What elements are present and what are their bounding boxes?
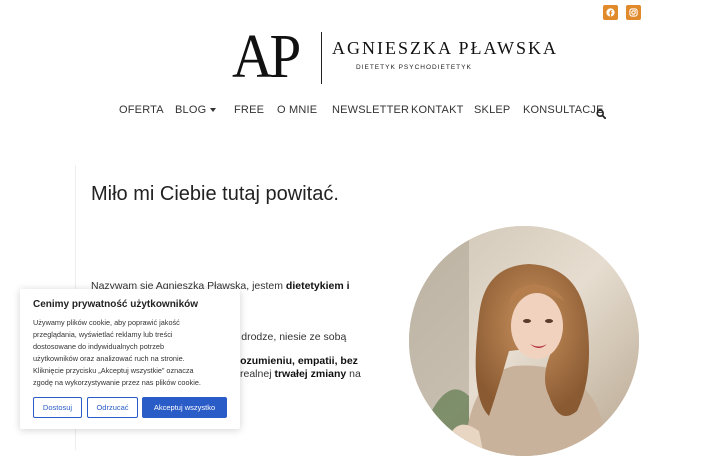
nav-item-free[interactable]: FREE xyxy=(234,104,264,116)
cookie-body-line: Używamy plików cookie, aby poprawić jako… xyxy=(33,318,180,327)
logo-divider xyxy=(321,32,322,84)
intro-line-4: realnej trwałej zmiany na xyxy=(240,367,361,381)
accept-all-button[interactable]: Akceptuj wszystko xyxy=(142,397,227,418)
cookie-body-line: zgodę na wykorzystywanie przez nas plikó… xyxy=(33,378,201,387)
logo-subtitle: DIETETYK PSYCHODIETETYK xyxy=(356,64,472,71)
intro-line-4-post: na xyxy=(346,368,361,380)
cookie-consent-dialog: Cenimy prywatność użytkowników Używamy p… xyxy=(20,289,240,429)
intro-line-4-text: realnej xyxy=(240,368,275,380)
nav-item-sklep[interactable]: SKLEP xyxy=(474,104,510,116)
intro-line-4-bold: trwałej zmiany xyxy=(274,368,347,380)
intro-line-2-text: j drodze, niesie ze sobą xyxy=(236,331,347,343)
nav-item-newsletter[interactable]: NEWSLETTER xyxy=(332,104,409,116)
main-nav: OFERTA BLOG FREE O MNIE NEWSLETTER KONTA… xyxy=(0,104,720,120)
cookie-body-line: dostosowane do indywidualnych potrzeb xyxy=(33,342,165,351)
intro-line-3: rozumieniu, empatii, bez xyxy=(236,354,358,368)
nav-item-blog[interactable]: BLOG xyxy=(175,104,217,116)
search-icon[interactable] xyxy=(596,106,607,124)
nav-item-o-mnie[interactable]: O MNIE xyxy=(277,104,317,116)
customize-button[interactable]: Dostosuj xyxy=(33,397,82,418)
profile-photo xyxy=(409,226,639,456)
instagram-icon[interactable] xyxy=(626,5,641,20)
nav-item-oferta[interactable]: OFERTA xyxy=(119,104,164,116)
page-title: Miło mi Ciebie tutaj powitać. xyxy=(91,183,339,205)
logo-name: AGNIESZKA PŁAWSKA xyxy=(332,38,559,58)
cookie-body-line: przeglądania, wyświetlać reklamy lub tre… xyxy=(33,330,173,339)
facebook-icon[interactable] xyxy=(603,5,618,20)
cookie-title: Cenimy prywatność użytkowników xyxy=(33,299,199,310)
social-links xyxy=(603,5,641,20)
nav-item-konsultacje[interactable]: KONSULTACJE xyxy=(523,104,604,116)
intro-line-1-bold: dietetykiem i xyxy=(285,280,350,292)
cookie-body: Używamy plików cookie, aby poprawić jako… xyxy=(33,317,233,389)
intro-line-3-bold: rozumieniu, empatii, bez xyxy=(236,355,358,367)
logo-monogram: AP xyxy=(232,23,301,91)
reject-button[interactable]: Odrzucać xyxy=(87,397,138,418)
nav-item-blog-label: BLOG xyxy=(175,104,207,116)
cookie-body-line: Kliknięcie przycisku „Akceptuj wszystkie… xyxy=(33,366,194,375)
nav-item-kontakt[interactable]: KONTAKT xyxy=(411,104,464,116)
site-logo[interactable]: AP AGNIESZKA PŁAWSKA DIETETYK PSYCHODIET… xyxy=(232,23,556,91)
cookie-body-line: użytkowników oraz analizować ruch na str… xyxy=(33,354,185,363)
intro-line-2: j drodze, niesie ze sobą xyxy=(236,330,346,344)
chevron-down-icon xyxy=(210,108,217,113)
